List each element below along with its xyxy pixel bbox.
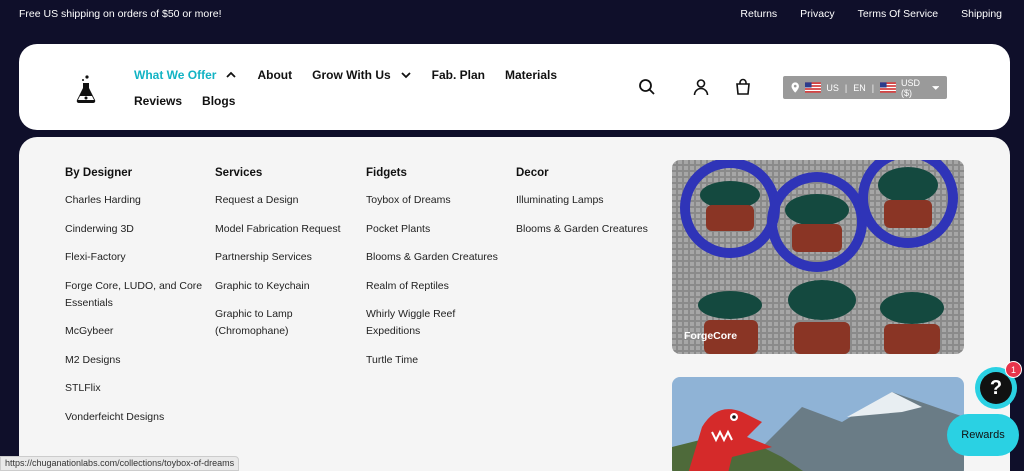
rewards-button[interactable]: Rewards [947,414,1019,456]
returns-link[interactable]: Returns [740,8,777,20]
menu-link[interactable]: Toybox of Dreams [366,192,506,209]
menu-link[interactable]: M2 Designs [65,352,205,369]
column-decor: Decor Illuminating Lamps Blooms & Garden… [516,167,656,249]
nav-label: Reviews [134,94,183,108]
menu-link[interactable]: Cinderwing 3D [65,221,205,238]
caret-down-icon [931,85,940,90]
menu-link[interactable]: Graphic to Lamp (Chromophane) [215,306,355,340]
menu-link[interactable]: Blooms & Garden Creatures [366,249,506,266]
flask-logo-icon[interactable] [75,74,97,104]
promo-card-dinosaur[interactable] [672,377,964,471]
notification-badge: 1 [1005,361,1022,378]
menu-link[interactable]: Graphic to Keychain [215,278,355,295]
shipping-link[interactable]: Shipping [961,8,1002,20]
menu-link[interactable]: Blooms & Garden Creatures [516,221,656,238]
account-icon[interactable] [692,78,710,96]
menu-link[interactable]: Realm of Reptiles [366,278,506,295]
menu-link[interactable]: Forge Core, LUDO, and Core Essentials [65,278,205,312]
column-services: Services Request a Design Model Fabricat… [215,167,355,352]
column-title: Fidgets [366,167,407,179]
nav-fab-plan[interactable]: Fab. Plan [432,68,485,82]
succulent-planters-image [672,160,964,354]
us-flag-icon [805,82,822,93]
locale-selector[interactable]: US | EN | USD ($) [783,76,947,99]
location-pin-icon [791,82,799,93]
cart-icon[interactable] [734,78,752,96]
column-by-designer: By Designer Charles Harding Cinderwing 3… [65,167,205,437]
nav-reviews[interactable]: Reviews [134,94,182,108]
nav-what-we-offer[interactable]: What We Offer [134,68,237,82]
menu-link[interactable]: Pocket Plants [366,221,506,238]
question-mark-icon: ? [980,372,1012,404]
menu-link[interactable]: McGybeer [65,323,205,340]
nav-label: What We Offer [134,68,217,82]
utility-links: Returns Privacy Terms Of Service Shippin… [740,8,1002,20]
dinosaur-mountain-image [672,377,964,471]
menu-link[interactable]: Turtle Time [366,352,506,369]
chevron-down-icon [401,72,411,79]
nav-label: Fab. Plan [431,68,486,82]
menu-link[interactable]: Illuminating Lamps [516,192,656,209]
search-icon[interactable] [638,78,656,96]
menu-link[interactable]: STLFlix [65,380,205,397]
menu-link[interactable]: Flexi-Factory [65,249,205,266]
nav-about[interactable]: About [257,68,292,82]
nav-label: About [257,68,293,82]
nav-label: Grow With Us [312,68,391,82]
site-header: What We Offer About Grow With Us Fab. Pl… [19,44,1010,130]
mega-menu: By Designer Charles Harding Cinderwing 3… [19,137,1010,471]
menu-link[interactable]: Model Fabrication Request [215,221,355,238]
main-nav: What We Offer About Grow With Us Fab. Pl… [134,66,604,118]
privacy-link[interactable]: Privacy [800,8,834,20]
promo-label: ForgeCore [684,330,738,342]
status-bar-url: https://chuganationlabs.com/collections/… [0,456,240,471]
shipping-message: Free US shipping on orders of $50 or mor… [19,8,222,20]
menu-link[interactable]: Charles Harding [65,192,205,209]
nav-label: Materials [505,68,558,82]
nav-blogs[interactable]: Blogs [202,94,235,108]
chevron-up-icon [226,71,237,78]
nav-label: Blogs [202,94,236,108]
promo-card-forgecore[interactable]: ForgeCore [672,160,964,354]
menu-link[interactable]: Request a Design [215,192,355,209]
language-code: EN [853,82,866,93]
nav-materials[interactable]: Materials [505,68,557,82]
nav-grow-with-us[interactable]: Grow With Us [312,68,412,82]
us-flag-icon [880,82,897,93]
menu-link[interactable]: Partnership Services [215,249,355,266]
menu-link[interactable]: Whirly Wiggle Reef Expeditions [366,306,506,340]
column-title: Services [215,167,263,179]
country-code: US [826,82,839,93]
column-title: By Designer [65,167,133,179]
currency-code: USD ($) [901,77,921,98]
menu-link[interactable]: Vonderfeicht Designs [65,409,205,426]
announcement-bar: Free US shipping on orders of $50 or mor… [0,0,1024,30]
column-title: Decor [516,167,549,179]
column-fidgets: Fidgets Toybox of Dreams Pocket Plants B… [366,167,506,380]
terms-link[interactable]: Terms Of Service [858,8,939,20]
